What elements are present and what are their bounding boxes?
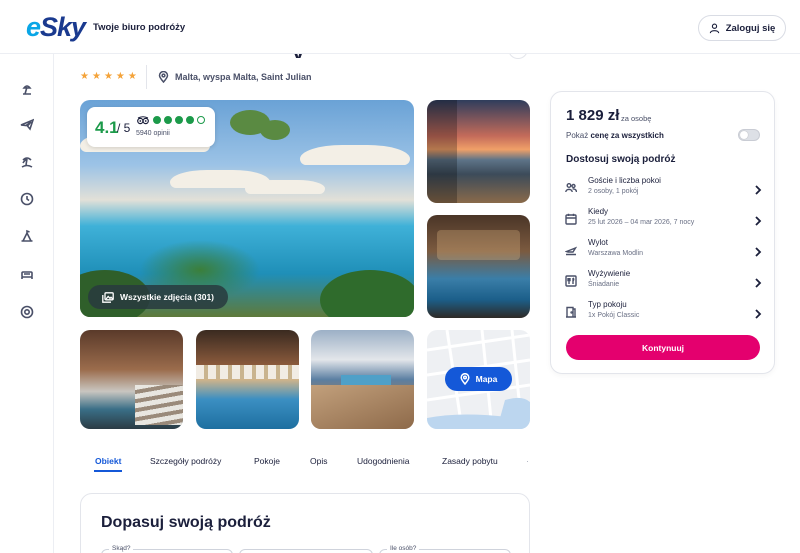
option-title: Wylot — [588, 238, 608, 247]
star-icon: ★ — [127, 71, 137, 82]
calendar-icon — [565, 212, 577, 225]
tripadvisor-icon — [137, 116, 149, 125]
active-tab-indicator — [94, 470, 122, 472]
price: 1 829 zł — [566, 107, 620, 124]
option-value: 25 lut 2026 – 04 mar 2026, 7 nocy — [588, 219, 695, 226]
option-departure[interactable]: Wylot Warszawa Modlin — [561, 236, 766, 264]
location-text: Malta, wyspa Malta, Saint Julian — [175, 72, 312, 82]
camping-icon[interactable] — [19, 228, 35, 244]
hotel-photo-spa[interactable] — [80, 330, 183, 429]
people-field-label: Ile osób? — [387, 545, 420, 552]
user-icon — [709, 23, 719, 33]
adjust-trip-title: Dopasuj swoją podróż — [101, 514, 271, 531]
tagline: Twoje biuro podróży — [93, 22, 186, 33]
from-field[interactable]: Skąd? — [101, 545, 233, 553]
option-dates[interactable]: Kiedy 25 lut 2026 – 04 mar 2026, 7 nocy — [561, 205, 766, 233]
review-count: 5940 opinii — [136, 130, 170, 137]
plane-icon[interactable] — [19, 116, 35, 132]
chevron-right-icon — [754, 306, 762, 319]
left-nav-rail — [0, 54, 54, 553]
adjust-trip-card: Dopasuj swoją podróż Skąd? Ile osób? — [80, 493, 530, 553]
hotel-photo-indoor-pool[interactable] — [427, 215, 530, 318]
option-value: Warszawa Modlin — [588, 250, 643, 257]
help-icon[interactable] — [19, 304, 35, 320]
tab-obiekt[interactable]: Obiekt — [95, 456, 121, 466]
divider — [146, 65, 147, 89]
guests-icon — [565, 181, 578, 193]
room-icon — [565, 305, 577, 318]
rating-bubble-full — [164, 116, 172, 124]
customize-trip-title: Dostosuj swoją podróż — [566, 154, 676, 165]
rating-scale: / 5 — [117, 121, 131, 135]
tab-overflow[interactable]: · — [526, 456, 529, 466]
chevron-right-icon — [754, 213, 762, 226]
option-title: Goście i liczba pokoi — [588, 176, 661, 185]
option-guests[interactable]: Goście i liczba pokoi 2 osoby, 1 pokój — [561, 174, 766, 202]
tab-szczegoly-podrozy[interactable]: Szczegóły podróży — [150, 456, 221, 466]
location-pin-icon — [158, 71, 169, 83]
rating-bubbles — [153, 116, 205, 124]
booking-summary-card: 1 829 zł za osobę Pokaż cenę za wszystki… — [550, 91, 775, 374]
hotel-photo-sunset-pool[interactable] — [427, 100, 530, 203]
option-value: Śniadanie — [588, 281, 620, 288]
departure-icon — [564, 243, 578, 256]
from-field-label: Skąd? — [109, 545, 134, 552]
rating-bubble-full — [153, 116, 161, 124]
map-label: Mapa — [475, 374, 498, 384]
rating-card: 4.1 / 5 5940 opinii — [87, 107, 215, 147]
hotel-photo-deck[interactable] — [311, 330, 414, 429]
clock-icon[interactable] — [19, 191, 35, 207]
all-photos-button[interactable]: Wszystkie zdjęcia (301) — [88, 285, 228, 309]
tab-zasady-pobytu[interactable]: Zasady pobytu — [442, 456, 498, 466]
option-title: Typ pokoju — [588, 300, 627, 309]
beach-icon[interactable] — [19, 81, 35, 97]
meal-icon — [565, 274, 577, 287]
all-photos-label: Wszystkie zdjęcia (301) — [119, 292, 214, 302]
option-value: 1x Pokój Classic — [588, 312, 640, 319]
star-icon: ★ — [91, 71, 101, 82]
login-label: Zaloguj się — [725, 22, 776, 34]
hotel-photo-indoor-pool-2[interactable] — [196, 330, 299, 429]
star-icon: ★ — [103, 71, 113, 82]
tab-opis[interactable]: Opis — [310, 456, 327, 466]
gallery-icon — [102, 291, 114, 303]
continue-button[interactable]: Kontynuuj — [566, 335, 760, 360]
chevron-right-icon — [754, 182, 762, 195]
total-price-toggle[interactable] — [738, 129, 760, 141]
hotel-stars: ★ ★ ★ ★ ★ — [80, 71, 137, 83]
esky-logo[interactable]: eSky — [26, 12, 86, 43]
option-meal[interactable]: Wyżywienie Śniadanie — [561, 267, 766, 295]
rating-bubble-full — [186, 116, 194, 124]
rating-bubble-empty — [197, 116, 205, 124]
option-title: Wyżywienie — [588, 269, 631, 278]
tab-udogodnienia[interactable]: Udogodnienia — [357, 456, 409, 466]
rating-score: 4.1 — [95, 118, 119, 137]
section-tabs: Obiekt Szczegóły podróży Pokoje Opis Udo… — [80, 450, 532, 474]
option-title: Kiedy — [588, 207, 609, 216]
map-button[interactable]: Mapa — [445, 367, 512, 391]
top-header: eSky Twoje biuro podróży Zaloguj się — [0, 0, 800, 54]
chevron-right-icon — [754, 275, 762, 288]
when-field[interactable] — [239, 549, 373, 553]
bed-icon[interactable] — [19, 266, 35, 282]
chevron-right-icon — [754, 244, 762, 257]
price-per-person: za osobę — [621, 114, 652, 123]
palm-island-icon[interactable] — [19, 154, 35, 170]
location-pin-icon — [460, 373, 470, 385]
people-field[interactable]: Ile osób? — [379, 545, 511, 553]
tab-pokoje[interactable]: Pokoje — [254, 456, 280, 466]
show-total-price-label: Pokaż cenę za wszystkich — [566, 131, 664, 140]
option-value: 2 osoby, 1 pokój — [588, 188, 639, 195]
star-icon: ★ — [115, 71, 125, 82]
option-room-type[interactable]: Typ pokoju 1x Pokój Classic — [561, 298, 766, 326]
rating-bubble-full — [175, 116, 183, 124]
hotel-location: Malta, wyspa Malta, Saint Julian — [158, 71, 312, 83]
star-icon: ★ — [80, 71, 89, 82]
login-button[interactable]: Zaloguj się — [698, 15, 786, 41]
